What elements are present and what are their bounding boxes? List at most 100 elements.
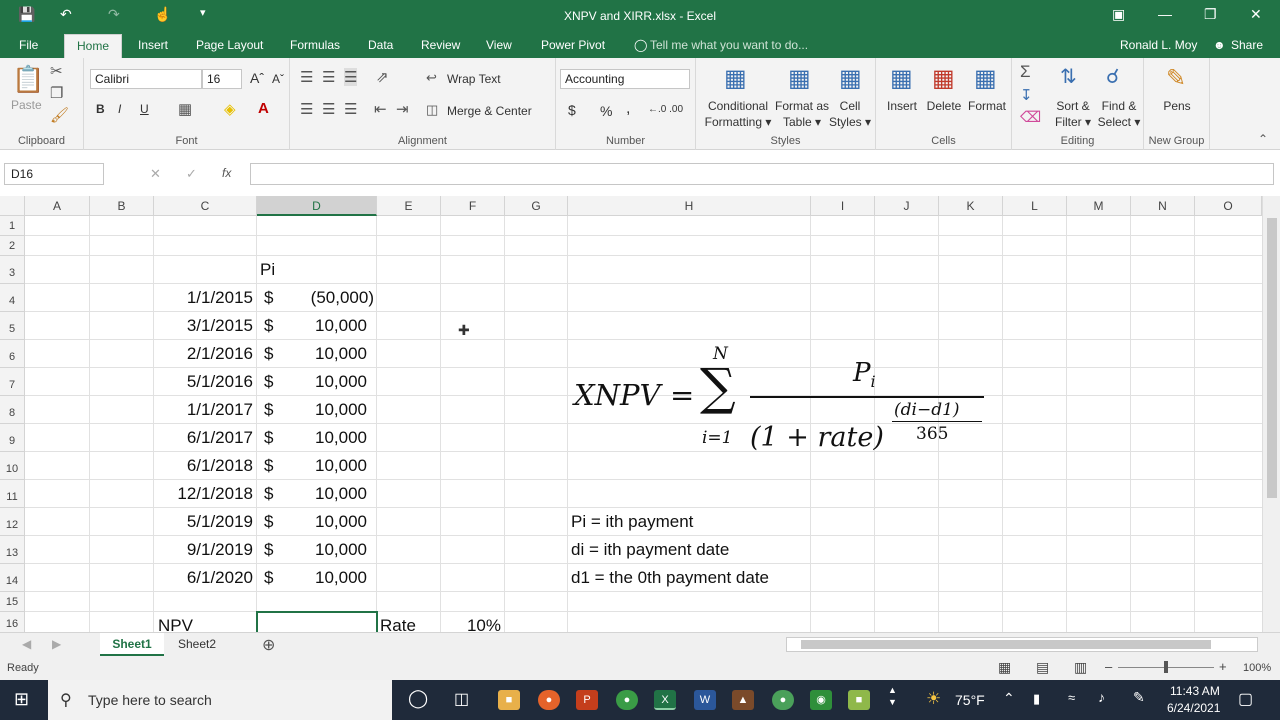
tab-review[interactable]: Review (421, 38, 460, 52)
sheet-tab-sheet1[interactable]: Sheet1 (100, 633, 164, 657)
close-icon[interactable]: ✕ (1250, 6, 1262, 23)
row-header-8[interactable]: 8 (0, 396, 25, 424)
cell-h14[interactable]: d1 = the 0th payment date (571, 568, 769, 588)
tab-data[interactable]: Data (368, 38, 393, 52)
volume-icon[interactable]: ♪ (1098, 689, 1105, 705)
bold-button[interactable]: B (96, 102, 105, 116)
normal-view-icon[interactable]: ▦ (998, 659, 1011, 676)
format-painter-icon[interactable]: 🖌 (50, 106, 69, 124)
cell-e16[interactable]: Rate (380, 616, 416, 632)
amount-cell[interactable]: 10,000 (280, 512, 367, 532)
col-header-m[interactable]: M (1067, 196, 1131, 216)
zoom-out-icon[interactable]: – (1105, 659, 1112, 674)
align-right-icon[interactable]: ☰ (344, 100, 357, 118)
powerpoint-icon[interactable]: P (576, 690, 598, 710)
date-cell[interactable]: 6/1/2018 (154, 456, 253, 476)
row-header-15[interactable]: 15 (0, 592, 25, 612)
formula-input[interactable] (250, 163, 1274, 185)
col-header-j[interactable]: J (875, 196, 939, 216)
enter-icon[interactable]: ✓ (186, 166, 197, 182)
excel-icon[interactable]: X (654, 690, 676, 710)
insert-cells-button[interactable]: Insert (882, 98, 922, 114)
col-header-e[interactable]: E (377, 196, 441, 216)
row-header-6[interactable]: 6 (0, 340, 25, 368)
paste-button[interactable]: Paste (11, 98, 42, 112)
align-top-icon[interactable]: ☰ (300, 68, 313, 86)
game-app-icon[interactable]: ◉ (810, 690, 832, 710)
cell-d3[interactable]: Pi (260, 260, 275, 280)
row-header-16[interactable]: 16 (0, 612, 25, 632)
tab-page-layout[interactable]: Page Layout (196, 38, 263, 52)
row-header-11[interactable]: 11 (0, 480, 25, 508)
orientation-icon[interactable]: ⇗ (376, 68, 389, 86)
paste-icon[interactable]: 📋 (12, 64, 44, 95)
cell-styles-button[interactable]: Cell Styles ▾ (828, 98, 872, 130)
col-header-l[interactable]: L (1003, 196, 1067, 216)
font-name-combo[interactable]: Calibri (90, 69, 202, 89)
restore-icon[interactable]: ❐ (1204, 6, 1217, 23)
date-cell[interactable]: 6/1/2017 (154, 428, 253, 448)
wrap-text-button[interactable]: Wrap Text (447, 72, 501, 86)
zoom-in-icon[interactable]: + (1219, 659, 1227, 674)
align-center-icon[interactable]: ☰ (322, 100, 335, 118)
cell-f16[interactable]: 10% (441, 616, 501, 632)
amount-cell[interactable]: (50,000) (280, 288, 374, 308)
wifi-icon[interactable]: ≈ (1068, 690, 1075, 705)
number-format-combo[interactable]: Accounting (560, 69, 690, 89)
zoom-level[interactable]: 100% (1243, 662, 1271, 674)
sheet-tab-sheet2[interactable]: Sheet2 (166, 633, 228, 657)
row-header-1[interactable]: 1 (0, 216, 25, 236)
font-color-icon[interactable]: A (258, 100, 269, 117)
minimize-icon[interactable]: — (1158, 6, 1172, 22)
amount-cell[interactable]: 10,000 (280, 428, 367, 448)
col-header-h[interactable]: H (568, 196, 811, 216)
row-header-12[interactable]: 12 (0, 508, 25, 536)
row-header-2[interactable]: 2 (0, 236, 25, 256)
sort-filter-button[interactable]: Sort & Filter ▾ (1050, 98, 1096, 130)
increase-indent-icon[interactable]: ⇥ (396, 100, 409, 118)
row-header-5[interactable]: 5 (0, 312, 25, 340)
amount-cell[interactable]: 10,000 (280, 372, 367, 392)
date-cell[interactable]: 6/1/2020 (154, 568, 253, 588)
tab-file[interactable]: File (19, 38, 38, 52)
page-layout-view-icon[interactable]: ▤ (1036, 659, 1049, 676)
fill-icon[interactable]: ↧ (1020, 86, 1033, 104)
conditional-formatting-button[interactable]: Conditional Formatting ▾ (704, 98, 772, 130)
task-view-icon[interactable]: ◫ (454, 689, 469, 709)
prev-sheet-icon[interactable]: ◀ (22, 637, 31, 651)
date-cell[interactable]: 3/1/2015 (154, 316, 253, 336)
notifications-icon[interactable]: ▢ (1238, 689, 1253, 709)
copy-icon[interactable]: ❐ (50, 84, 63, 102)
zoom-slider-thumb[interactable] (1164, 661, 1168, 673)
share-button[interactable]: Share (1231, 38, 1263, 52)
row-header-3[interactable]: 3 (0, 256, 25, 284)
active-cell-d16[interactable] (256, 611, 378, 632)
user-name[interactable]: Ronald L. Moy (1120, 38, 1197, 52)
font-size-combo[interactable]: 16 (202, 69, 242, 89)
format-cells-button[interactable]: Format (966, 98, 1008, 114)
pens-button[interactable]: Pens (1154, 98, 1200, 114)
row-header-14[interactable]: 14 (0, 564, 25, 592)
col-header-k[interactable]: K (939, 196, 1003, 216)
find-select-button[interactable]: Find & Select ▾ (1096, 98, 1142, 130)
ribbon-display-icon[interactable]: ▣ (1112, 6, 1125, 23)
shrink-font-icon[interactable]: Aˇ (272, 72, 284, 86)
battery-icon[interactable]: ▮ (1033, 691, 1040, 707)
amount-cell[interactable]: 10,000 (280, 400, 367, 420)
date-cell[interactable]: 1/1/2015 (154, 288, 253, 308)
underline-button[interactable]: U (140, 102, 149, 116)
clear-icon[interactable]: ⌫ (1020, 108, 1041, 126)
taskbar-search-box[interactable]: ⚲ Type here to search (48, 680, 392, 720)
collapse-ribbon-icon[interactable]: ⌃ (1258, 132, 1268, 146)
name-box[interactable]: D16 (4, 163, 104, 185)
row-header-13[interactable]: 13 (0, 536, 25, 564)
decrease-indent-icon[interactable]: ⇤ (374, 100, 387, 118)
amount-cell[interactable]: 10,000 (280, 316, 367, 336)
xnpv-formula-image[interactable]: XNPV = N ∑ i=1 Pi (1 + rate) (di−d1) 365 (570, 340, 1000, 460)
tab-home[interactable]: Home (64, 34, 123, 58)
clock-time[interactable]: 11:43 AM (1170, 684, 1220, 698)
cortana-icon[interactable]: ◯ (408, 688, 428, 709)
amount-cell[interactable]: 10,000 (280, 344, 367, 364)
currency-button[interactable]: $ (568, 102, 576, 118)
media-app-icon[interactable]: ▲ (732, 690, 754, 710)
